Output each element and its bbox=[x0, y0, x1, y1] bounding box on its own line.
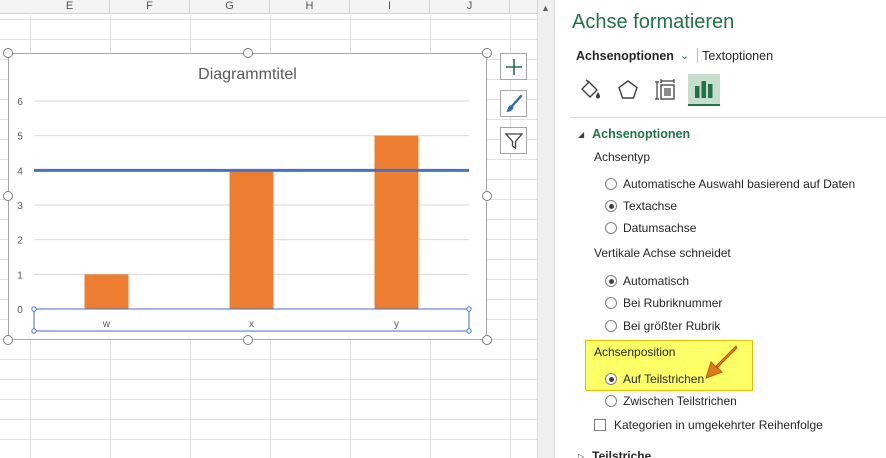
option-on-tick-marks-label: Auf Teilstrichen bbox=[623, 372, 705, 386]
column-header-e[interactable]: E bbox=[30, 0, 110, 14]
section-tick-marks[interactable]: ▷ Teilstriche bbox=[578, 449, 651, 458]
pane-divider bbox=[570, 117, 886, 118]
x-tick-label: x bbox=[249, 319, 254, 330]
scroll-up-icon[interactable]: ▲ bbox=[541, 3, 550, 13]
chart-filter-icon bbox=[504, 132, 523, 149]
resize-handle-right[interactable] bbox=[482, 191, 492, 201]
section-axis-options[interactable]: ◢ Achsenoptionen bbox=[578, 127, 690, 141]
axis-options-button[interactable] bbox=[688, 74, 720, 106]
column-header-g[interactable]: G bbox=[190, 0, 270, 14]
expand-triangle-icon[interactable]: ▷ bbox=[578, 452, 584, 458]
column-header-j[interactable]: J bbox=[430, 0, 510, 14]
plot-area[interactable]: 0 1 2 3 4 5 6 w x y bbox=[9, 54, 488, 341]
column-header-f[interactable]: F bbox=[110, 0, 190, 14]
option-crosses-automatic[interactable]: Automatisch bbox=[605, 274, 689, 288]
radio-crosses-automatic[interactable] bbox=[605, 275, 617, 287]
vertical-scrollbar[interactable]: ▲ bbox=[537, 0, 555, 458]
option-between-tick-marks[interactable]: Zwischen Teilstrichen bbox=[605, 394, 737, 408]
collapse-triangle-icon[interactable]: ◢ bbox=[578, 130, 584, 139]
axis-type-label: Achsentyp bbox=[594, 150, 651, 164]
resize-handle-top-right[interactable] bbox=[482, 48, 492, 58]
option-crosses-max-category-label: Bei größter Rubrik bbox=[623, 319, 721, 333]
chart-styles-button[interactable] bbox=[500, 90, 527, 117]
vertical-axis-crosses-label: Vertikale Achse schneidet bbox=[594, 246, 731, 260]
section-tick-marks-label: Teilstriche bbox=[592, 449, 652, 458]
radio-date-axis[interactable] bbox=[605, 222, 617, 234]
option-crosses-automatic-label: Automatisch bbox=[623, 274, 690, 288]
radio-crosses-max-category[interactable] bbox=[605, 320, 617, 332]
option-text-axis-label: Textachse bbox=[623, 199, 678, 213]
option-crosses-category-number-label: Bei Rubriknummer bbox=[623, 296, 723, 310]
axis-selection-handle[interactable] bbox=[31, 328, 37, 334]
y-tick-label: 0 bbox=[17, 305, 23, 316]
option-crosses-max-category[interactable]: Bei größter Rubrik bbox=[605, 319, 720, 333]
pane-tab-row: Achsenoptionen ⌄ Textoptionen bbox=[576, 48, 773, 63]
radio-text-axis[interactable] bbox=[605, 200, 617, 212]
tab-text-options[interactable]: Textoptionen bbox=[702, 49, 773, 63]
radio-crosses-category-number[interactable] bbox=[605, 297, 617, 309]
y-tick-label: 1 bbox=[17, 270, 23, 281]
chart-elements-button[interactable] bbox=[500, 53, 527, 80]
resize-handle-left[interactable] bbox=[3, 191, 13, 201]
resize-handle-top-left[interactable] bbox=[3, 48, 13, 58]
resize-handle-bottom[interactable] bbox=[243, 335, 253, 345]
column-header-i[interactable]: I bbox=[350, 0, 430, 14]
x-tick-label: w bbox=[102, 319, 111, 330]
resize-handle-bottom-right[interactable] bbox=[482, 335, 492, 345]
section-axis-options-label: Achsenoptionen bbox=[592, 127, 691, 141]
resize-handle-top[interactable] bbox=[243, 48, 253, 58]
axis-options-icon bbox=[695, 81, 713, 98]
tab-separator bbox=[697, 48, 699, 63]
column-header-row: E F G H I J bbox=[0, 0, 537, 14]
radio-on-tick-marks[interactable] bbox=[605, 373, 617, 385]
axis-selection-handle[interactable] bbox=[31, 306, 37, 312]
effects-button[interactable] bbox=[612, 74, 644, 106]
resize-handle-bottom-left[interactable] bbox=[3, 335, 13, 345]
chart-elements-icon bbox=[505, 58, 522, 75]
axis-selection-handle[interactable] bbox=[466, 328, 472, 334]
size-properties-button[interactable] bbox=[650, 74, 682, 106]
chart-styles-icon bbox=[505, 94, 522, 112]
axis-selection-handle[interactable] bbox=[466, 306, 472, 312]
y-tick-label: 2 bbox=[17, 236, 23, 247]
bar[interactable] bbox=[84, 274, 129, 309]
radio-auto-select[interactable] bbox=[605, 178, 617, 190]
chart-object[interactable]: Diagrammtitel 0123456wxy bbox=[8, 53, 487, 340]
y-tick-label: 5 bbox=[17, 132, 23, 143]
bar[interactable] bbox=[229, 170, 274, 309]
pane-icon-row bbox=[574, 74, 720, 106]
y-tick-label: 3 bbox=[17, 201, 23, 212]
pane-title: Achse formatieren bbox=[572, 11, 735, 33]
tab-axis-options[interactable]: Achsenoptionen bbox=[576, 49, 674, 63]
option-reverse-categories[interactable]: Kategorien in umgekehrter Reihenfolge bbox=[594, 418, 823, 432]
option-on-tick-marks[interactable]: Auf Teilstrichen bbox=[605, 372, 704, 386]
chevron-down-icon[interactable]: ⌄ bbox=[680, 49, 689, 62]
y-tick-label: 4 bbox=[17, 166, 23, 177]
checkbox-reverse-categories[interactable] bbox=[594, 419, 606, 431]
effects-icon bbox=[618, 80, 638, 99]
option-date-axis-label: Datumsachse bbox=[623, 221, 697, 235]
option-reverse-categories-label: Kategorien in umgekehrter Reihenfolge bbox=[614, 418, 823, 432]
pointer-arrow-icon bbox=[705, 345, 738, 379]
y-tick-label: 6 bbox=[17, 97, 23, 108]
fill-line-button[interactable] bbox=[574, 74, 606, 106]
option-between-tick-marks-label: Zwischen Teilstrichen bbox=[623, 394, 737, 408]
bar[interactable] bbox=[374, 135, 419, 309]
chart-filter-button[interactable] bbox=[500, 127, 527, 154]
column-header-h[interactable]: H bbox=[270, 0, 350, 14]
option-auto-select[interactable]: Automatische Auswahl basierend auf Daten bbox=[605, 177, 855, 191]
axis-position-label: Achsenposition bbox=[594, 345, 676, 359]
size-properties-icon bbox=[655, 79, 675, 100]
fill-line-icon bbox=[581, 79, 600, 99]
x-tick-label: y bbox=[394, 319, 399, 330]
option-auto-select-label: Automatische Auswahl basierend auf Daten bbox=[623, 177, 856, 191]
option-text-axis[interactable]: Textachse bbox=[605, 199, 677, 213]
option-date-axis[interactable]: Datumsachse bbox=[605, 221, 696, 235]
spreadsheet-area[interactable]: E F G H I J Diagrammtitel 0123456wxy bbox=[0, 0, 537, 458]
option-crosses-category-number[interactable]: Bei Rubriknummer bbox=[605, 296, 722, 310]
radio-between-tick-marks[interactable] bbox=[605, 395, 617, 407]
